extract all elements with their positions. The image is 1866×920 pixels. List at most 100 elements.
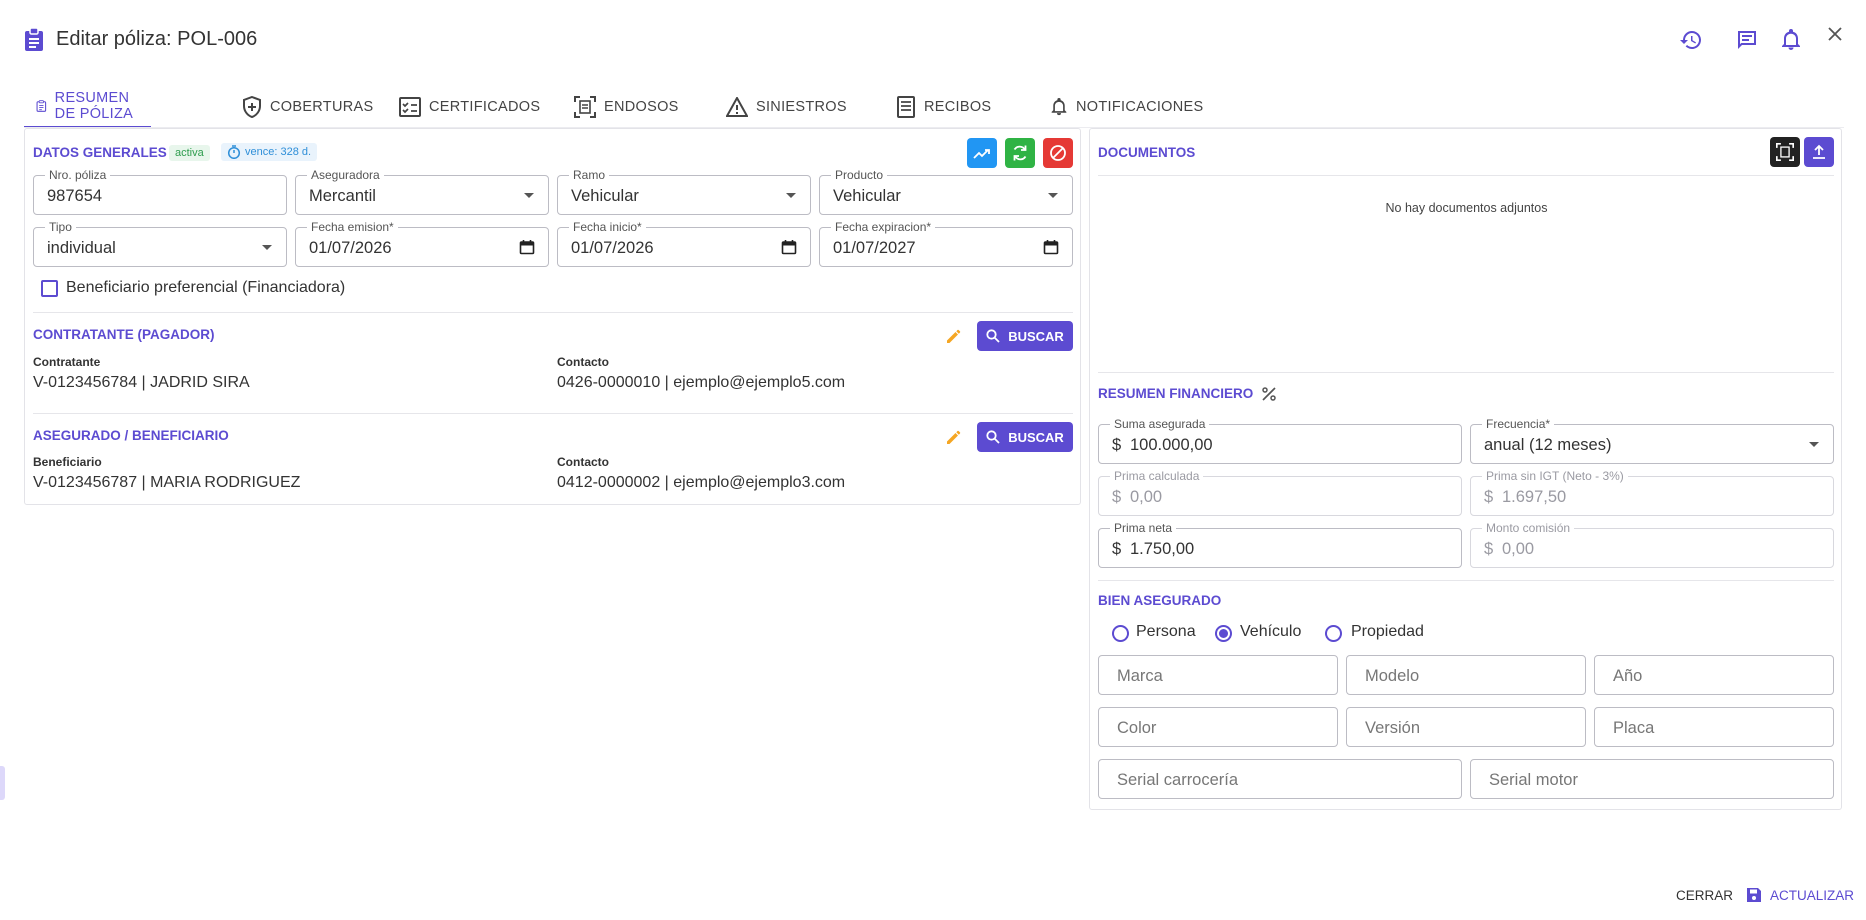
fecha-inicio-field[interactable]: Fecha inicio* 01/07/2026 [557,220,811,267]
document-scan-icon [574,96,596,118]
tab-recibos[interactable]: RECIBOS [884,86,1003,128]
page-title: Editar póliza: POL-006 [56,28,258,50]
checkbox-label: Beneficiario preferencial (Financiadora) [66,279,346,296]
fecha-emision-field[interactable]: Fecha emision* 01/07/2026 [295,220,549,267]
search-icon [986,329,1000,343]
upload-icon [1813,144,1825,159]
radio-label-vehiculo: Vehículo [1240,623,1302,640]
tab-coberturas[interactable]: COBERTURAS [230,86,385,128]
section-title-documentos: DOCUMENTOS [1098,145,1196,160]
trending-up-icon [973,149,990,159]
frecuencia-select[interactable]: Frecuencia* anual (12 meses) [1470,417,1834,464]
contratante-label: Contratante [33,355,101,369]
monto-comision-field: Monto comisión $ 0,00 [1470,521,1834,568]
contacto-value: 0412-0000002 | ejemplo@ejemplo3.com [557,474,846,491]
section-title-asegurado: ASEGURADO / BENEFICIARIO [33,428,229,443]
tab-label: RECIBOS [924,99,992,115]
caret-down-icon [524,193,534,198]
fecha-expiracion-field[interactable]: Fecha expiracion* 01/07/2027 [819,220,1073,267]
prima-neta-field[interactable]: Prima neta $ 1.750,00 [1098,521,1462,568]
cancel-policy-button[interactable] [1043,138,1073,168]
tab-endosos[interactable]: ENDOSOS [562,86,691,128]
contacto-label: Contacto [557,455,609,469]
checklist-icon [399,97,421,117]
tab-label: RESUMEN DE PÓLIZA [54,90,134,122]
modelo-input[interactable]: Modelo [1346,655,1586,695]
receipt-icon [897,96,915,118]
search-icon [986,430,1000,444]
clipboard-icon [24,28,44,52]
document-scan-icon [1776,143,1794,161]
clipboard-list-icon [36,100,47,112]
version-input[interactable]: Versión [1346,707,1586,747]
side-drawer-handle[interactable] [0,766,5,800]
tab-certificados[interactable]: CERTIFICADOS [387,86,552,128]
close-icon[interactable] [1821,20,1849,48]
serial-carroceria-input[interactable]: Serial carrocería [1098,759,1462,799]
section-title-general: DATOS GENERALES [33,145,167,160]
color-input[interactable]: Color [1098,707,1338,747]
section-title-financiero: RESUMEN FINANCIERO [1098,386,1254,401]
block-icon [1050,145,1066,161]
contratante-value: V-0123456784 | JADRID SIRA [33,374,250,391]
tab-label: CERTIFICADOS [429,99,541,115]
section-title-contratante: CONTRATANTE (PAGADOR) [33,327,215,342]
buscar-asegurado-button[interactable]: BUSCAR [977,422,1073,452]
comments-icon[interactable] [1733,26,1761,54]
warning-icon [726,97,748,117]
buscar-contratante-button[interactable]: BUSCAR [977,321,1073,351]
percent-icon[interactable] [1261,386,1277,402]
edit-contratante-icon[interactable] [945,327,963,345]
history-icon[interactable] [1677,26,1705,54]
bell-icon[interactable] [1777,26,1805,54]
tab-notificaciones[interactable]: NOTIFICACIONES [1038,86,1215,128]
radio-vehiculo[interactable] [1215,625,1232,642]
divider [33,413,1073,414]
beneficiario-preferencial-checkbox[interactable] [41,280,58,297]
contacto-label: Contacto [557,355,609,369]
caret-down-icon [1809,442,1819,447]
prima-sin-igt-field: Prima sin IGT (Neto - 3%) $ 1.697,50 [1470,469,1834,516]
radio-label-propiedad: Propiedad [1351,623,1424,640]
save-icon [1747,888,1761,902]
divider [1098,372,1834,373]
tipo-select[interactable]: Tipo individual [33,220,287,267]
edit-asegurado-icon[interactable] [945,428,963,446]
caret-down-icon [262,245,272,250]
marca-input[interactable]: Marca [1098,655,1338,695]
tab-label: ENDOSOS [604,99,679,115]
tab-siniestros[interactable]: SINIESTROS [714,86,859,128]
ramo-select[interactable]: Ramo Vehicular [557,168,811,215]
upload-button[interactable] [1804,137,1834,167]
caret-down-icon [1048,193,1058,198]
caret-down-icon [786,193,796,198]
trend-button[interactable] [967,138,997,168]
calendar-icon[interactable] [519,239,535,255]
placa-input[interactable]: Placa [1594,707,1834,747]
cerrar-button[interactable]: CERRAR [1676,888,1733,903]
beneficiario-label: Beneficiario [33,455,102,469]
radio-propiedad[interactable] [1325,625,1342,642]
anio-input[interactable]: Año [1594,655,1834,695]
scan-document-button[interactable] [1770,137,1800,167]
empty-documents-text: No hay documentos adjuntos [1385,201,1548,215]
divider [33,312,1073,313]
due-badge: vence: 328 d. [221,143,318,161]
actualizar-button[interactable]: ACTUALIZAR [1746,887,1854,903]
radio-persona[interactable] [1112,625,1129,642]
dialog-header: Editar póliza: POL-006 [0,0,1866,80]
nro-poliza-field[interactable]: Nro. póliza 987654 [33,168,287,215]
divider [1098,580,1834,581]
tab-resumen[interactable]: RESUMEN DE PÓLIZA [24,86,151,128]
beneficiario-value: V-0123456787 | MARIA RODRIGUEZ [33,474,301,491]
renew-button[interactable] [1005,138,1035,168]
serial-motor-input[interactable]: Serial motor [1470,759,1834,799]
radio-label-persona: Persona [1136,623,1196,640]
aseguradora-select[interactable]: Aseguradora Mercantil [295,168,549,215]
producto-select[interactable]: Producto Vehicular [819,168,1073,215]
right-panel: DOCUMENTOS No hay documentos adjuntos RE… [1089,128,1842,810]
section-title-bien: BIEN ASEGURADO [1098,593,1222,608]
calendar-icon[interactable] [1043,239,1059,255]
suma-asegurada-field[interactable]: Suma asegurada $ 100.000,00 [1098,417,1462,464]
calendar-icon[interactable] [781,239,797,255]
